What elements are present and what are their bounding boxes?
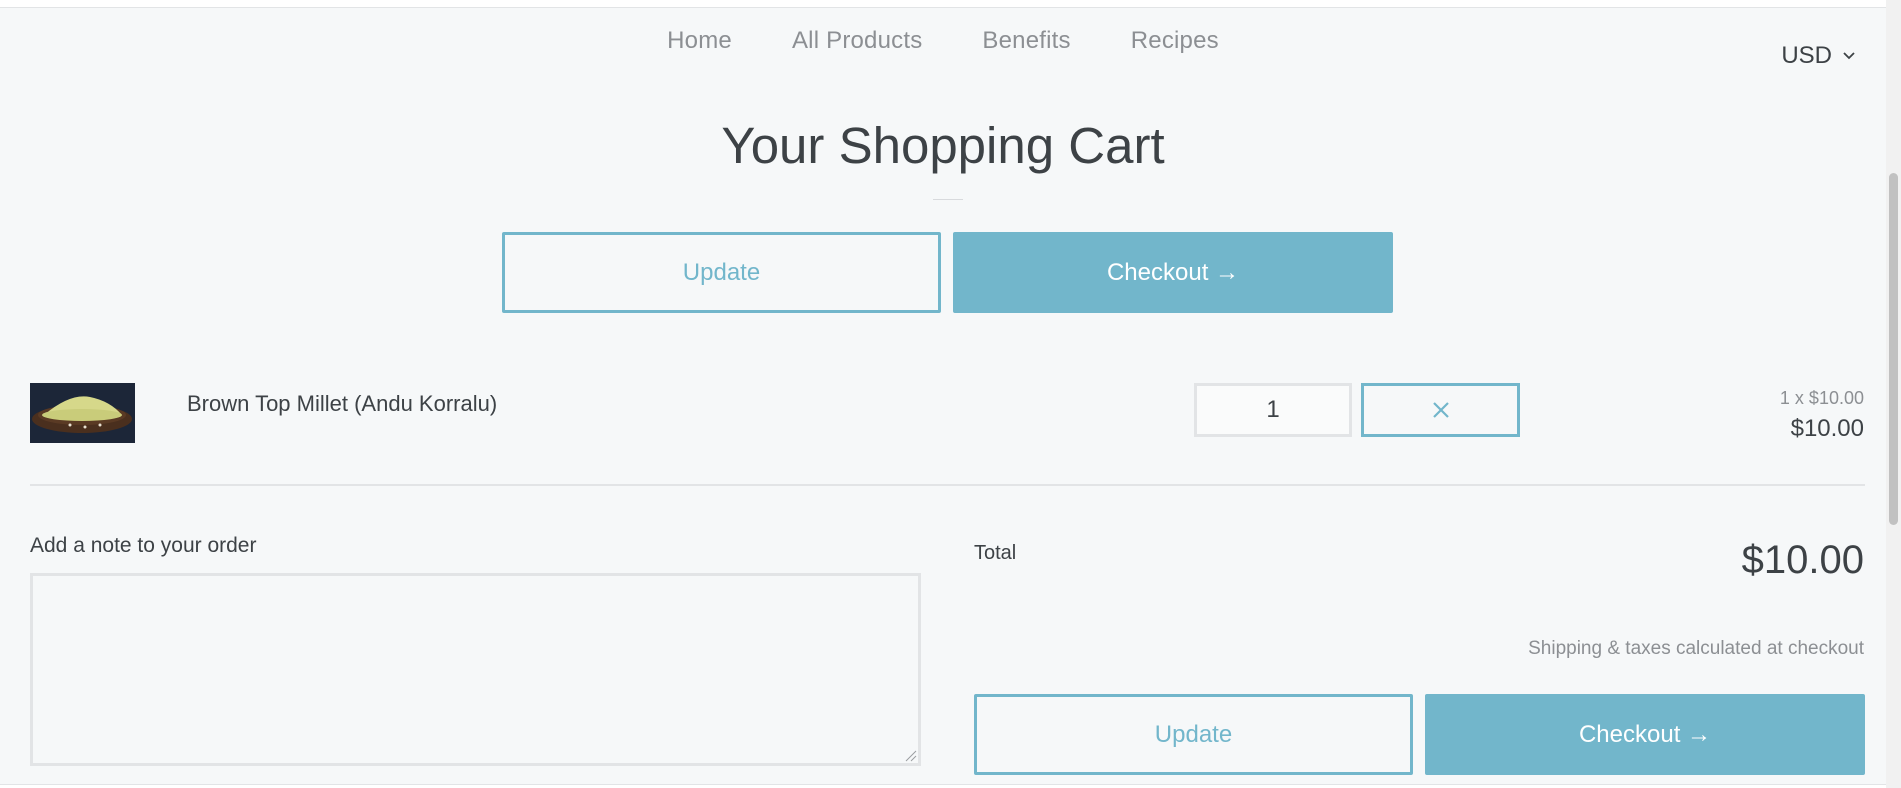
update-button-top[interactable]: Update <box>502 232 941 313</box>
cart-divider <box>30 484 1865 486</box>
title-divider <box>933 199 963 200</box>
chevron-down-icon <box>1843 52 1855 60</box>
currency-value: USD <box>1781 42 1832 69</box>
total-value: $10.00 <box>1741 538 1864 582</box>
product-thumbnail[interactable] <box>30 383 135 443</box>
line-price: $10.00 <box>1790 415 1864 442</box>
quantity-input[interactable]: 1 <box>1194 383 1352 437</box>
main-nav: Home All Products Benefits Recipes <box>0 23 1886 59</box>
millet-bowl-image <box>30 383 135 443</box>
unit-price: 1 x $10.00 <box>1779 388 1864 408</box>
checkout-button-bottom[interactable]: Checkout → <box>1425 694 1865 775</box>
update-button-bottom[interactable]: Update <box>974 694 1413 775</box>
note-label: Add a note to your order <box>30 534 257 557</box>
checkout-button-top[interactable]: Checkout → <box>953 232 1393 313</box>
close-icon <box>1432 402 1449 418</box>
page-bottom-edge <box>0 784 1886 788</box>
page-title: Your Shopping Cart <box>721 117 1165 174</box>
nav-recipes[interactable]: Recipes <box>1101 23 1249 59</box>
cart-page: Home All Products Benefits Recipes USD Y… <box>0 7 1886 784</box>
nav-all-products[interactable]: All Products <box>762 23 952 59</box>
resize-handle-icon[interactable] <box>903 748 917 762</box>
remove-item-button[interactable] <box>1361 383 1520 437</box>
shipping-note: Shipping & taxes calculated at checkout <box>1528 638 1864 659</box>
scrollbar-thumb[interactable] <box>1889 173 1898 525</box>
nav-home[interactable]: Home <box>637 23 762 59</box>
order-note-textarea[interactable] <box>30 573 921 766</box>
total-label: Total <box>974 542 1017 564</box>
nav-benefits[interactable]: Benefits <box>952 23 1100 59</box>
scrollbar[interactable] <box>1886 0 1901 788</box>
currency-selector[interactable]: USD <box>1781 42 1856 70</box>
cart-item-name[interactable]: Brown Top Millet (Andu Korralu) <box>187 391 497 417</box>
